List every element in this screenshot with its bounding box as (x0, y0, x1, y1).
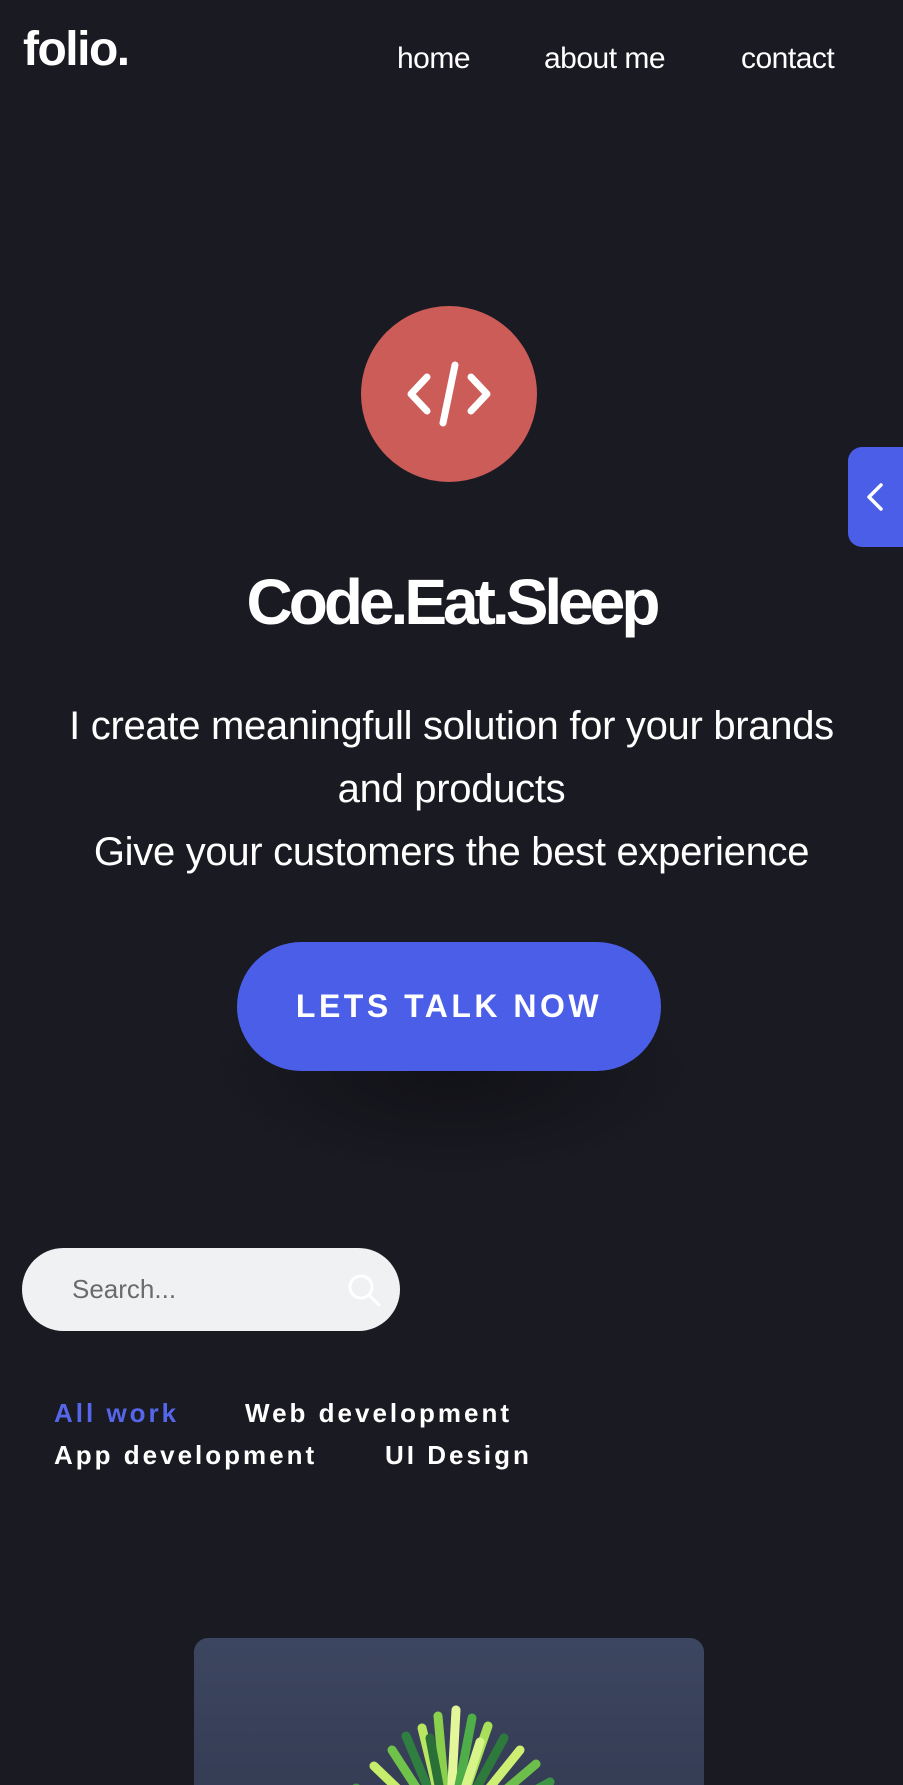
hero-title: Code.Eat.Sleep (246, 566, 661, 638)
nav-home-link[interactable]: home (397, 42, 471, 76)
hero-line: and products (337, 767, 566, 811)
nav-contact-link[interactable]: contact (741, 42, 835, 76)
portfolio-thumbnail (352, 1705, 555, 1785)
filter-ui-design[interactable]: UI Design (385, 1440, 532, 1471)
search-box (22, 1248, 400, 1331)
code-icon (407, 361, 491, 427)
page: folio. home about me contact Code.Eat.Sl… (0, 0, 903, 1785)
side-panel-toggle[interactable] (848, 447, 903, 547)
portfolio-card[interactable] (194, 1638, 704, 1785)
search-input[interactable] (72, 1248, 342, 1331)
filter-all-work[interactable]: All work (54, 1398, 179, 1429)
hero-line: I create meaningfull solution for your b… (69, 704, 834, 748)
chevron-left-icon (867, 483, 883, 511)
search-icon[interactable] (346, 1272, 382, 1308)
hero-badge (361, 306, 537, 482)
nav-about-link[interactable]: about me (544, 42, 666, 76)
hero-description: I create meaningfull solution for your b… (30, 695, 873, 884)
main-nav: home about me contact (0, 42, 903, 82)
lets-talk-button[interactable]: LETS TALK NOW (237, 942, 661, 1071)
filter-app-development[interactable]: App development (54, 1440, 317, 1471)
filter-web-development[interactable]: Web development (245, 1398, 512, 1429)
hero-line: Give your customers the best experience (93, 830, 810, 874)
